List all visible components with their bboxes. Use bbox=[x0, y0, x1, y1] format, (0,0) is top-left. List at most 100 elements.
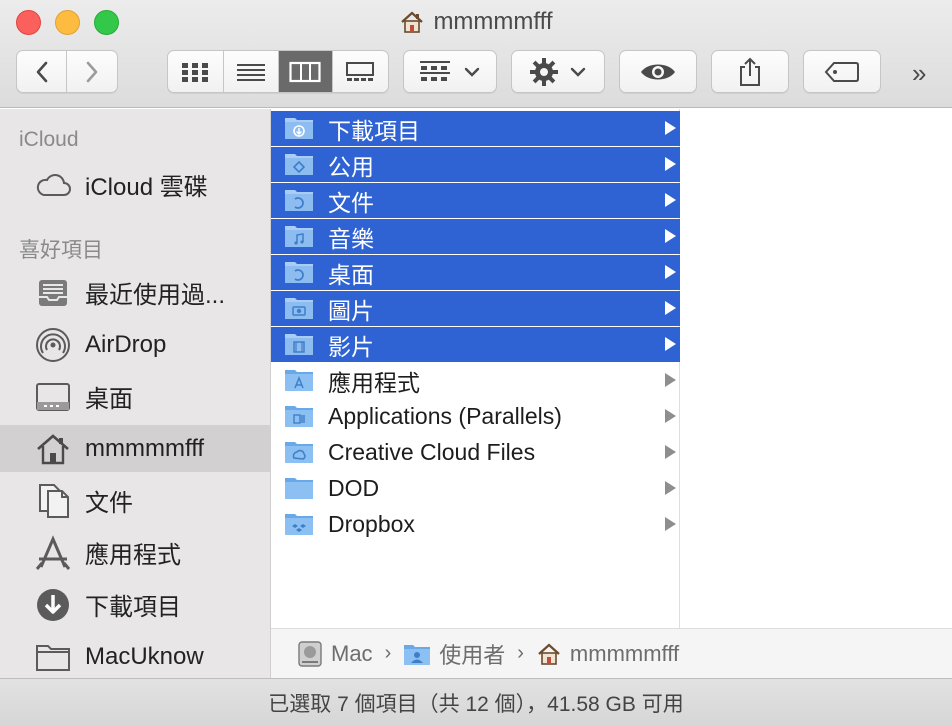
path-crumb-users[interactable]: 使用者 bbox=[403, 638, 505, 670]
chevron-down-icon bbox=[464, 67, 480, 77]
file-name: 下載項目 bbox=[328, 117, 420, 144]
toolbar: mmmmmfff » bbox=[0, 0, 952, 108]
chevron-right-icon bbox=[86, 61, 98, 82]
file-row[interactable]: 公用 bbox=[271, 147, 680, 182]
disclosure-arrow-icon bbox=[665, 229, 676, 243]
sidebar-item-macuknow[interactable]: MacUknow bbox=[0, 633, 270, 678]
sidebar-item-downloads[interactable]: 下載項目 bbox=[0, 581, 270, 628]
empty-column bbox=[681, 109, 952, 628]
parallels-folder-icon bbox=[284, 404, 314, 428]
sidebar-item-documents[interactable]: 文件 bbox=[0, 477, 270, 524]
file-row[interactable]: Dropbox bbox=[271, 507, 680, 542]
sidebar-item-icloud-drive[interactable]: iCloud 雲碟 bbox=[0, 161, 270, 208]
desktop-folder-icon bbox=[284, 260, 314, 284]
file-name: Dropbox bbox=[328, 511, 415, 537]
file-name: 桌面 bbox=[328, 261, 374, 288]
path-crumb-label: mmmmmfff bbox=[569, 640, 680, 666]
path-crumb-home[interactable]: mmmmmfff bbox=[536, 641, 679, 667]
sidebar-item-label: 最近使用過... bbox=[85, 282, 226, 309]
quick-look-button[interactable] bbox=[619, 50, 697, 93]
folder-icon bbox=[34, 638, 72, 676]
sidebar-item-label: MacUknow bbox=[85, 642, 204, 670]
disclosure-arrow-icon bbox=[665, 445, 676, 459]
sidebar-item-label: 應用程式 bbox=[85, 542, 181, 569]
group-grid-icon bbox=[420, 60, 450, 81]
path-separator: › bbox=[517, 642, 524, 664]
disclosure-arrow-icon bbox=[665, 265, 676, 279]
action-menu-button[interactable] bbox=[511, 50, 605, 93]
file-row[interactable]: 應用程式 bbox=[271, 363, 680, 398]
chevron-down-icon bbox=[570, 67, 586, 77]
cloud-icon bbox=[34, 166, 72, 204]
sidebar-item-applications[interactable]: 應用程式 bbox=[0, 529, 270, 576]
status-text: 已選取 7 個項目（共 12 個），41.58 GB 可用 bbox=[268, 692, 684, 716]
gallery-view-button[interactable] bbox=[333, 51, 388, 92]
airdrop-icon bbox=[34, 326, 72, 364]
sidebar-item-label: 文件 bbox=[85, 490, 133, 517]
file-row[interactable]: 影片 bbox=[271, 327, 680, 362]
file-name: Creative Cloud Files bbox=[328, 439, 536, 465]
share-button[interactable] bbox=[711, 50, 789, 93]
sidebar-item-airdrop[interactable]: AirDrop bbox=[0, 321, 270, 368]
disclosure-arrow-icon bbox=[665, 481, 676, 495]
creative-cloud-folder-icon bbox=[284, 440, 314, 464]
file-row[interactable]: 桌面 bbox=[271, 255, 680, 290]
documents-icon bbox=[34, 482, 72, 520]
file-name: DOD bbox=[328, 475, 380, 501]
file-name: Applications (Parallels) bbox=[328, 403, 562, 429]
path-crumb-mac[interactable]: Mac bbox=[297, 640, 373, 668]
navigation-buttons bbox=[16, 50, 118, 93]
public-folder-icon bbox=[284, 152, 314, 176]
sidebar-item-label: iCloud 雲碟 bbox=[85, 174, 208, 201]
forward-button[interactable] bbox=[67, 51, 117, 92]
group-by-button[interactable] bbox=[403, 50, 497, 93]
file-row[interactable]: Creative Cloud Files bbox=[271, 435, 680, 470]
path-separator: › bbox=[384, 642, 392, 664]
file-name: 公用 bbox=[328, 153, 374, 180]
file-row[interactable]: 音樂 bbox=[271, 219, 680, 254]
folder-icon bbox=[284, 476, 314, 500]
dropbox-folder-icon bbox=[284, 512, 314, 536]
sidebar-header-favorites: 喜好項目 bbox=[19, 239, 103, 262]
applications-folder-icon bbox=[284, 368, 314, 392]
disclosure-arrow-icon bbox=[665, 157, 676, 171]
music-folder-icon bbox=[284, 224, 314, 248]
sidebar-item-label: mmmmmfff bbox=[85, 434, 205, 462]
file-row[interactable]: 圖片 bbox=[271, 291, 680, 326]
path-crumb-label: Mac bbox=[331, 640, 373, 666]
icon-view-icon bbox=[182, 62, 209, 82]
path-crumb-label: 使用者 bbox=[439, 642, 506, 668]
sidebar-item-label: 下載項目 bbox=[85, 594, 181, 621]
home-icon bbox=[401, 11, 424, 33]
file-name: 應用程式 bbox=[328, 369, 420, 396]
desktop-icon bbox=[34, 378, 72, 416]
file-row[interactable]: 下載項目 bbox=[271, 111, 680, 146]
tag-button[interactable] bbox=[803, 50, 881, 93]
disclosure-arrow-icon bbox=[665, 193, 676, 207]
home-icon bbox=[34, 430, 72, 468]
column-view-button[interactable] bbox=[279, 51, 333, 92]
path-bar: Mac › 使用者 › mmmmmfff bbox=[271, 628, 952, 678]
file-row[interactable]: DOD bbox=[271, 471, 680, 506]
movies-folder-icon bbox=[284, 332, 314, 356]
sidebar: iCloud iCloud 雲碟 喜好項目 最近使用過... AirDrop 桌… bbox=[0, 109, 271, 678]
back-button[interactable] bbox=[17, 51, 68, 92]
file-name: 圖片 bbox=[328, 297, 374, 324]
sidebar-item-desktop[interactable]: 桌面 bbox=[0, 373, 270, 420]
list-view-button[interactable] bbox=[224, 51, 279, 92]
sidebar-item-home[interactable]: mmmmmfff bbox=[0, 425, 270, 472]
share-icon bbox=[740, 57, 760, 86]
home-icon bbox=[538, 643, 560, 665]
downloads-folder-icon bbox=[284, 116, 314, 140]
users-folder-icon bbox=[404, 644, 431, 665]
toolbar-overflow-button[interactable]: » bbox=[912, 58, 926, 89]
applications-icon bbox=[34, 534, 72, 572]
window-title: mmmmmfff bbox=[0, 8, 952, 36]
icon-view-button[interactable] bbox=[168, 51, 224, 92]
recents-icon bbox=[34, 274, 72, 312]
sidebar-item-recents[interactable]: 最近使用過... bbox=[0, 269, 270, 316]
sidebar-item-label: 桌面 bbox=[85, 386, 133, 413]
column-view-icon bbox=[289, 61, 321, 82]
file-row[interactable]: Applications (Parallels) bbox=[271, 399, 680, 434]
file-row[interactable]: 文件 bbox=[271, 183, 680, 218]
